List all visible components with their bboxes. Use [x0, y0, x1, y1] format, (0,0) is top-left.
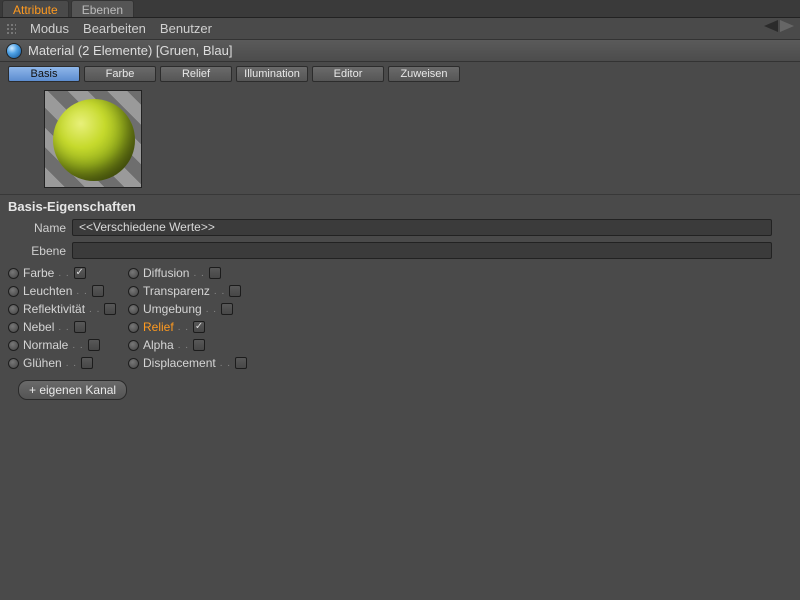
- channel-radio-umgebung[interactable]: [128, 304, 139, 315]
- channel-checkbox-normale[interactable]: [88, 339, 100, 351]
- dots-icon: . .: [178, 322, 189, 333]
- channel-label-diffusion[interactable]: Diffusion: [143, 266, 189, 280]
- channel-radio-transparenz[interactable]: [128, 286, 139, 297]
- menu-bearbeiten[interactable]: Bearbeiten: [83, 21, 146, 36]
- channel-label-nebel[interactable]: Nebel: [23, 320, 54, 334]
- menu-bar: Modus Bearbeiten Benutzer: [0, 18, 800, 40]
- channel-transparenz: Transparenz . .: [128, 284, 268, 298]
- dots-icon: . .: [178, 340, 189, 351]
- subtab-basis[interactable]: Basis: [8, 66, 80, 82]
- channel-radio-relief[interactable]: [128, 322, 139, 333]
- material-title: Material (2 Elemente) [Gruen, Blau]: [28, 43, 232, 58]
- panel-tabs: Attribute Ebenen: [0, 0, 800, 18]
- subtab-farbe[interactable]: Farbe: [84, 66, 156, 82]
- channel-label-reflektivitaet[interactable]: Reflektivität: [23, 302, 85, 316]
- channel-radio-reflektivitaet[interactable]: [8, 304, 19, 315]
- channel-radio-gluehen[interactable]: [8, 358, 19, 369]
- row-ebene: Ebene: [0, 239, 800, 262]
- channel-umgebung: Umgebung . .: [128, 302, 268, 316]
- channel-checkbox-leuchten[interactable]: [92, 285, 104, 297]
- channel-diffusion: Diffusion . .: [128, 266, 268, 280]
- channel-radio-alpha[interactable]: [128, 340, 139, 351]
- channel-checkbox-displacement[interactable]: [235, 357, 247, 369]
- channel-leuchten: Leuchten . .: [8, 284, 128, 298]
- channel-gluehen: Glühen . .: [8, 356, 128, 370]
- input-ebene[interactable]: [72, 242, 772, 259]
- section-basis-eigenschaften: Basis-Eigenschaften: [0, 194, 800, 216]
- channel-checkbox-transparenz[interactable]: [229, 285, 241, 297]
- channel-label-normale[interactable]: Normale: [23, 338, 68, 352]
- nav-forward-icon[interactable]: [780, 20, 794, 32]
- channel-label-leuchten[interactable]: Leuchten: [23, 284, 72, 298]
- channel-checkbox-gluehen[interactable]: [81, 357, 93, 369]
- dots-icon: . .: [58, 322, 69, 333]
- menu-modus[interactable]: Modus: [30, 21, 69, 36]
- channel-farbe: Farbe . .: [8, 266, 128, 280]
- channel-displacement: Displacement . .: [128, 356, 268, 370]
- grip-handle[interactable]: [6, 23, 16, 35]
- channel-label-farbe[interactable]: Farbe: [23, 266, 54, 280]
- channel-alpha: Alpha . .: [128, 338, 268, 352]
- channel-checkbox-umgebung[interactable]: [221, 303, 233, 315]
- label-ebene: Ebene: [8, 244, 66, 258]
- channel-radio-leuchten[interactable]: [8, 286, 19, 297]
- dots-icon: . .: [220, 358, 231, 369]
- row-name: Name <<Verschiedene Werte>>: [0, 216, 800, 239]
- channel-radio-normale[interactable]: [8, 340, 19, 351]
- subtab-illumination[interactable]: Illumination: [236, 66, 308, 82]
- material-preview-wrap: [0, 86, 800, 194]
- channel-radio-farbe[interactable]: [8, 268, 19, 279]
- channel-radio-diffusion[interactable]: [128, 268, 139, 279]
- channel-label-displacement[interactable]: Displacement: [143, 356, 216, 370]
- channel-normale: Normale . .: [8, 338, 128, 352]
- material-header: Material (2 Elemente) [Gruen, Blau]: [0, 40, 800, 62]
- preview-sphere-icon: [53, 99, 135, 181]
- menu-benutzer[interactable]: Benutzer: [160, 21, 212, 36]
- dots-icon: . .: [72, 340, 83, 351]
- channel-grid: Farbe . . Diffusion . . Leuchten . . Tra…: [0, 262, 800, 374]
- subtab-relief[interactable]: Relief: [160, 66, 232, 82]
- channel-radio-displacement[interactable]: [128, 358, 139, 369]
- tab-attribute[interactable]: Attribute: [2, 0, 69, 17]
- dots-icon: . .: [206, 304, 217, 315]
- input-name[interactable]: <<Verschiedene Werte>>: [72, 219, 772, 236]
- channel-checkbox-relief[interactable]: [193, 321, 205, 333]
- subtab-editor[interactable]: Editor: [312, 66, 384, 82]
- channel-checkbox-diffusion[interactable]: [209, 267, 221, 279]
- channel-relief: Relief . .: [128, 320, 268, 334]
- channel-nebel: Nebel . .: [8, 320, 128, 334]
- nav-arrows: [764, 20, 794, 32]
- channel-label-umgebung[interactable]: Umgebung: [143, 302, 202, 316]
- nav-back-icon[interactable]: [764, 20, 778, 32]
- channel-checkbox-alpha[interactable]: [193, 339, 205, 351]
- channel-label-transparenz[interactable]: Transparenz: [143, 284, 210, 298]
- channel-radio-nebel[interactable]: [8, 322, 19, 333]
- channel-label-relief[interactable]: Relief: [143, 320, 174, 334]
- channel-checkbox-nebel[interactable]: [74, 321, 86, 333]
- add-channel-button[interactable]: + eigenen Kanal: [18, 380, 127, 400]
- channel-label-alpha[interactable]: Alpha: [143, 338, 174, 352]
- dots-icon: . .: [58, 268, 69, 279]
- dots-icon: . .: [66, 358, 77, 369]
- tab-ebenen[interactable]: Ebenen: [71, 0, 134, 17]
- channel-checkbox-reflektivitaet[interactable]: [104, 303, 116, 315]
- label-name: Name: [8, 221, 66, 235]
- material-subtabs: Basis Farbe Relief Illumination Editor Z…: [0, 62, 800, 86]
- dots-icon: . .: [76, 286, 87, 297]
- material-preview[interactable]: [44, 90, 142, 188]
- dots-icon: . .: [214, 286, 225, 297]
- channel-checkbox-farbe[interactable]: [74, 267, 86, 279]
- channel-label-gluehen[interactable]: Glühen: [23, 356, 62, 370]
- material-sphere-icon: [6, 43, 22, 59]
- channel-reflektivitaet: Reflektivität . .: [8, 302, 128, 316]
- dots-icon: . .: [193, 268, 204, 279]
- dots-icon: . .: [89, 304, 100, 315]
- subtab-zuweisen[interactable]: Zuweisen: [388, 66, 460, 82]
